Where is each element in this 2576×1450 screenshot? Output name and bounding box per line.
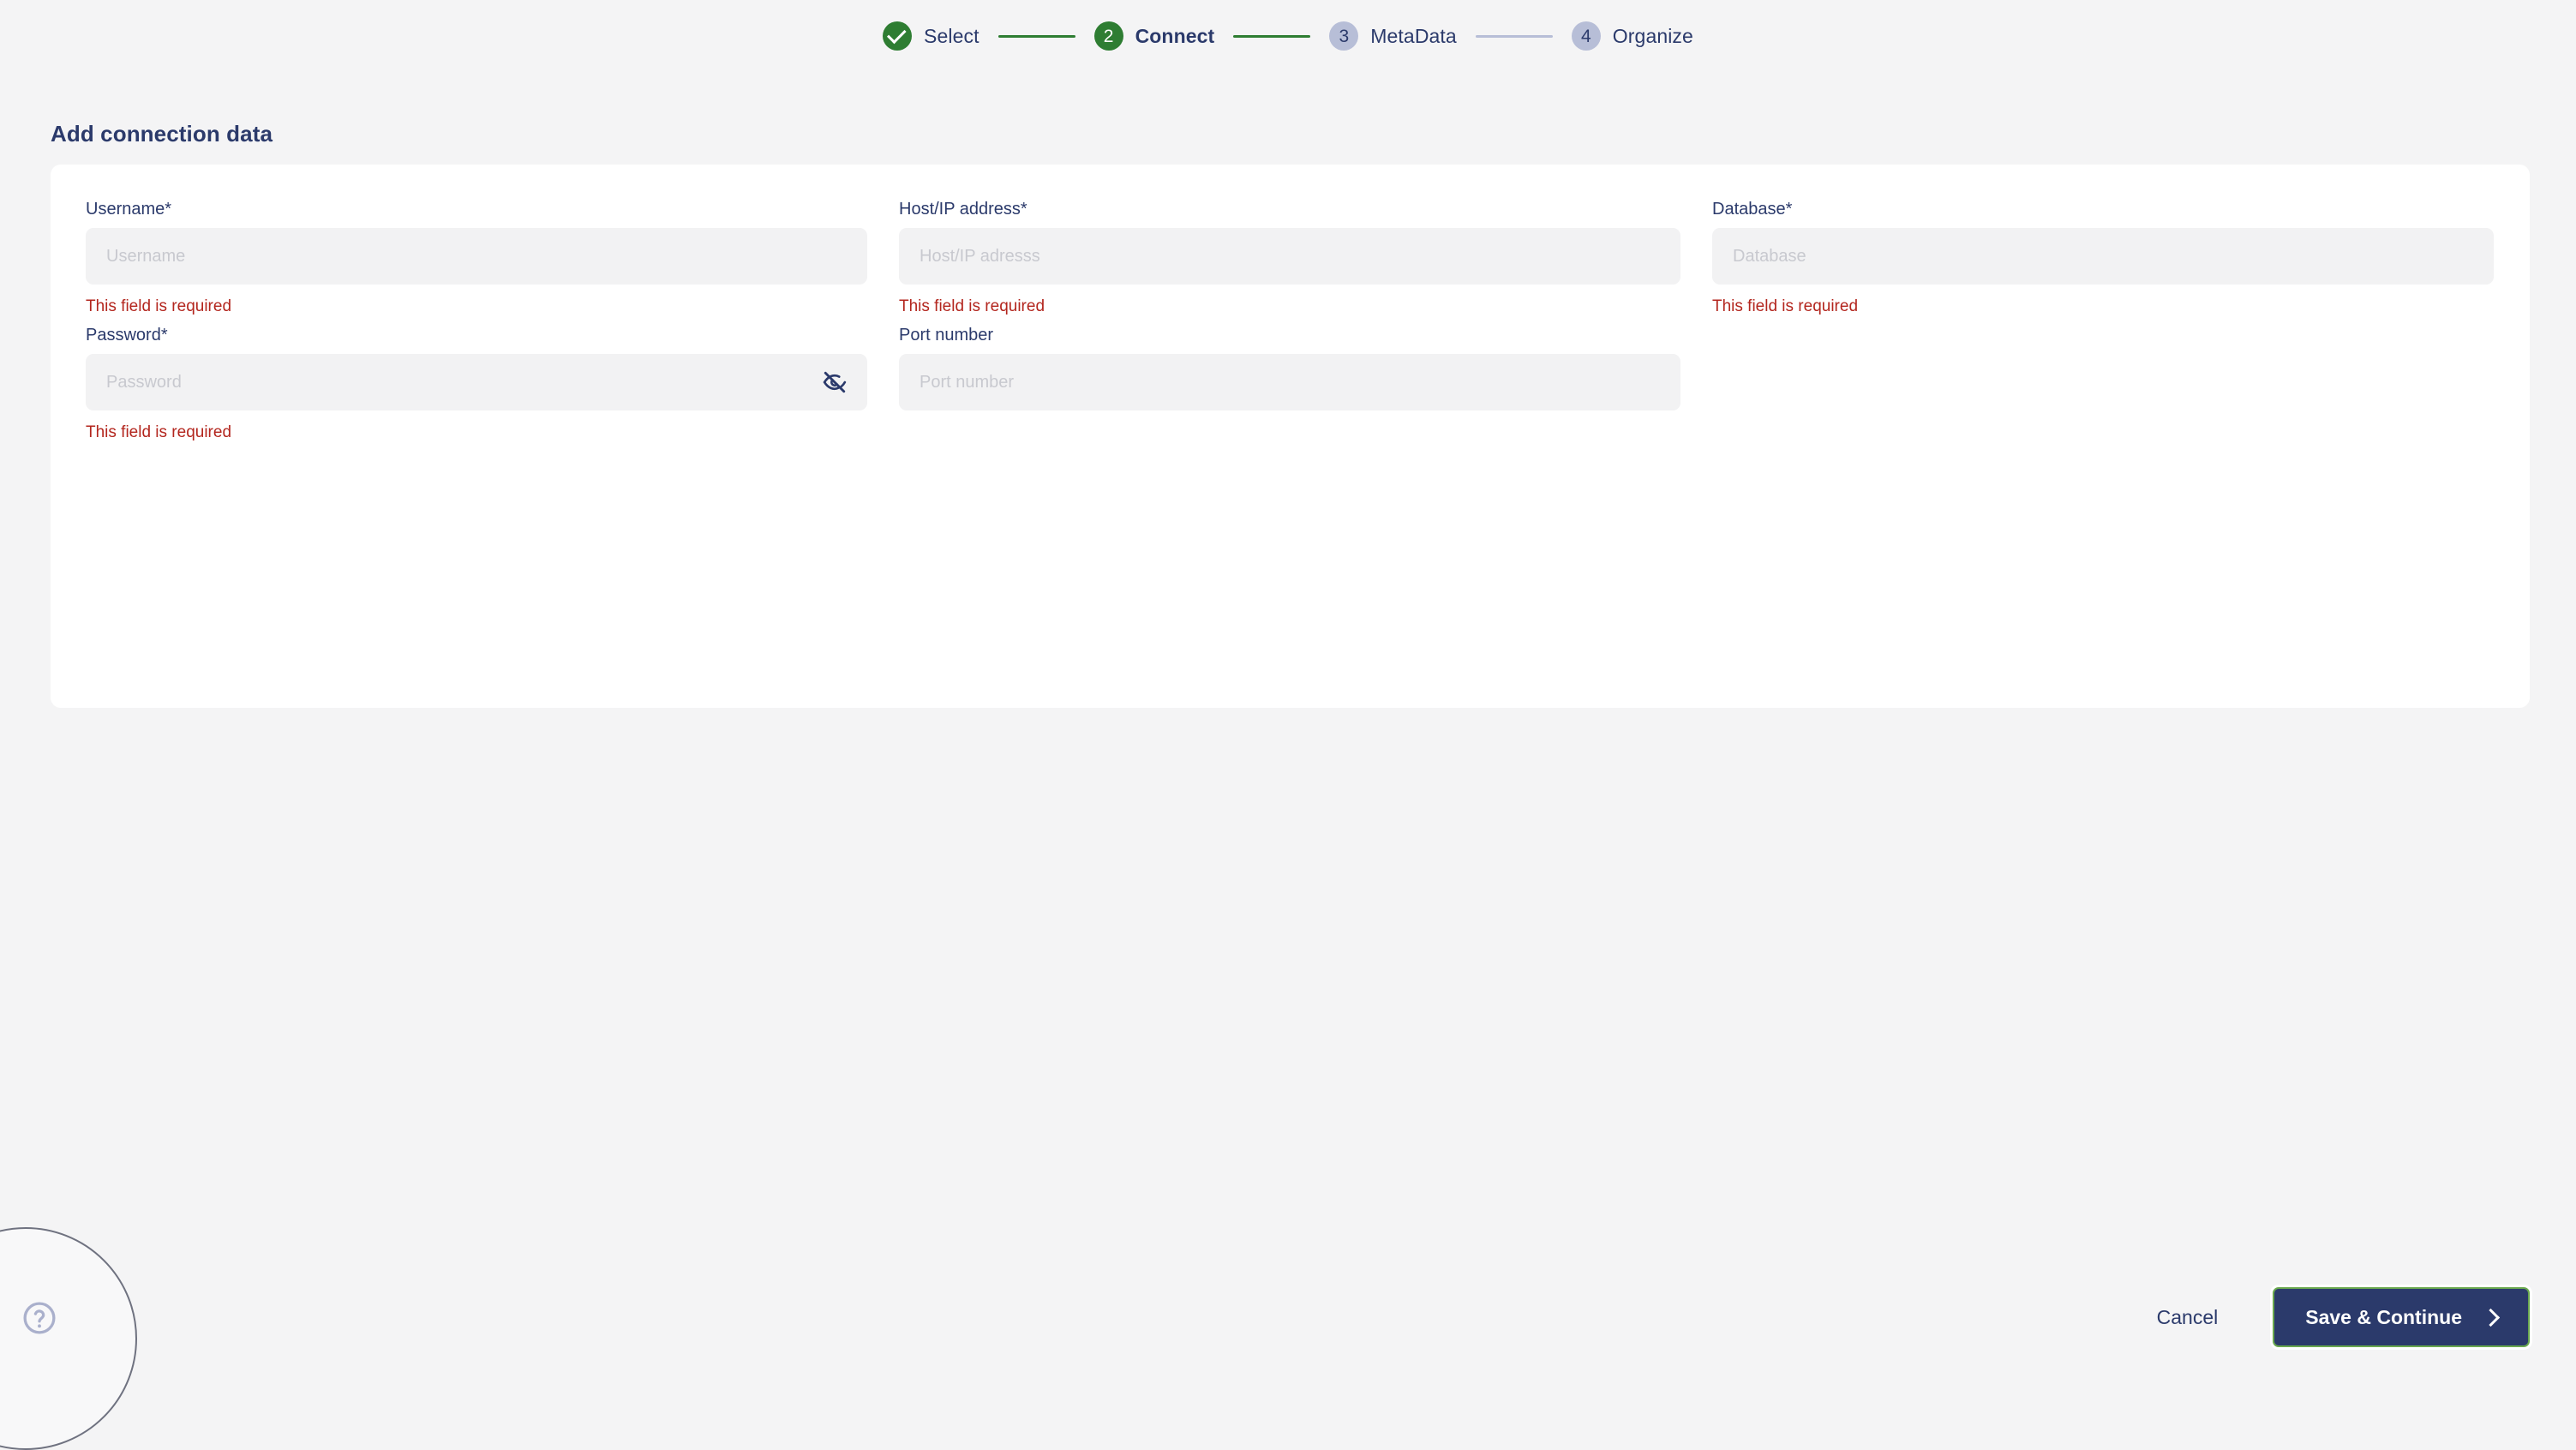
help-button[interactable] (19, 1297, 60, 1339)
question-mark-circle-icon (23, 1302, 56, 1334)
save-and-continue-label: Save & Continue (2305, 1305, 2462, 1328)
username-error: This field is required (86, 297, 232, 315)
field-database: Database* This field is required (1712, 189, 2494, 315)
check-icon (887, 24, 907, 45)
username-input-wrap (86, 228, 867, 285)
step-4-number: 4 (1580, 26, 1591, 46)
progress-stepper: Select 2 Connect 3 MetaData 4 Organize (0, 0, 2576, 72)
chevron-right-icon (2481, 1308, 2501, 1327)
step-organize[interactable]: 4 Organize (1571, 21, 1693, 51)
password-error: This field is required (86, 423, 232, 441)
cancel-button[interactable]: Cancel (2152, 1297, 2224, 1338)
step-1-circle (883, 21, 913, 51)
port-number-label: Port number (899, 326, 994, 345)
step-3-circle: 3 (1329, 21, 1359, 51)
connection-form-card: Username* This field is required Passwor… (51, 165, 2530, 708)
form-column-2: Host/IP address* This field is required … (899, 189, 1680, 440)
password-label: Password* (86, 326, 168, 345)
step-1-label: Select (924, 24, 979, 47)
database-input-wrap (1712, 228, 2494, 285)
username-label: Username* (86, 200, 172, 219)
password-input-wrap (86, 354, 867, 410)
username-input[interactable] (86, 228, 867, 285)
step-4-circle: 4 (1571, 21, 1601, 51)
database-error: This field is required (1712, 297, 1859, 315)
form-grid: Username* This field is required Passwor… (86, 189, 2494, 440)
step-2-number: 2 (1103, 26, 1114, 46)
host-ip-input-wrap (899, 228, 1680, 285)
step-4-label: Organize (1612, 24, 1693, 47)
host-ip-input[interactable] (899, 228, 1680, 285)
toggle-password-visibility-button[interactable] (819, 367, 850, 398)
step-connect[interactable]: 2 Connect (1093, 21, 1215, 51)
step-select[interactable]: Select (883, 21, 979, 51)
form-column-3: Database* This field is required (1712, 189, 2494, 440)
host-ip-label: Host/IP address* (899, 200, 1027, 219)
field-host-ip: Host/IP address* This field is required (899, 189, 1680, 315)
host-ip-error: This field is required (899, 297, 1045, 315)
step-metadata[interactable]: 3 MetaData (1329, 21, 1457, 51)
eye-off-icon (823, 371, 847, 393)
save-and-continue-button[interactable]: Save & Continue (2273, 1287, 2530, 1347)
database-label: Database* (1712, 200, 1793, 219)
step-connector-2 (1233, 34, 1311, 38)
field-port-number: Port number (899, 315, 1680, 410)
database-input[interactable] (1712, 228, 2494, 285)
page-title: Add connection data (51, 121, 273, 147)
field-password: Password* This field is required (86, 315, 867, 440)
step-2-label: Connect (1135, 24, 1215, 47)
form-footer: Cancel Save & Continue (0, 1270, 2576, 1364)
port-number-input-wrap (899, 354, 1680, 410)
step-3-label: MetaData (1370, 24, 1457, 47)
port-number-input[interactable] (899, 354, 1680, 410)
password-input[interactable] (86, 354, 867, 410)
step-2-circle: 2 (1093, 21, 1123, 51)
step-3-number: 3 (1339, 26, 1350, 46)
step-connector-3 (1475, 34, 1553, 38)
field-username: Username* This field is required (86, 189, 867, 315)
help-widget-backdrop (0, 1227, 137, 1450)
form-column-1: Username* This field is required Passwor… (86, 189, 867, 440)
step-connector-1 (997, 34, 1075, 38)
